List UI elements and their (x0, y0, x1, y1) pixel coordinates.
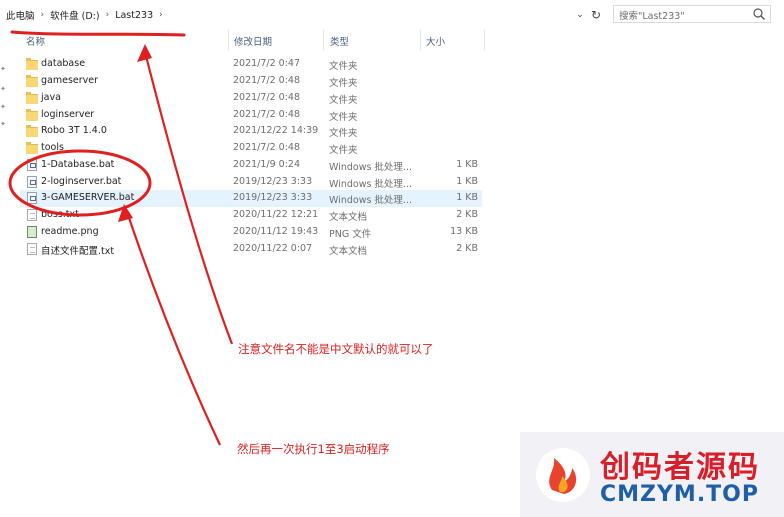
flame-logo-icon (536, 448, 590, 502)
column-name[interactable]: 名称 (26, 34, 45, 48)
file-row-database[interactable]: database 2021/7/2 0:47 文件夹 (20, 56, 482, 73)
file-type: Windows 批处理... (329, 162, 412, 173)
file-date: 2021/7/2 0:48 (233, 109, 301, 120)
column-date[interactable]: 修改日期 (234, 34, 272, 48)
file-date: 2021/1/9 0:24 (233, 159, 301, 170)
file-type: Windows 批处理... (329, 195, 412, 206)
file-date: 2019/12/23 3:33 (233, 192, 313, 203)
column-type[interactable]: 类型 (330, 34, 349, 48)
file-type: 文件夹 (329, 145, 358, 156)
file-date: 2020/11/22 12:21 (233, 209, 319, 220)
file-date: 2020/11/22 0:07 (233, 243, 313, 254)
folder-icon (26, 142, 38, 154)
watermark: 创码者源码 CMZYM.TOP (520, 432, 784, 517)
file-name: gameserver (41, 75, 99, 86)
file-name: database (41, 58, 86, 69)
file-row-readme-png[interactable]: readme.png 2020/11/12 19:43 PNG 文件 13 KB (20, 224, 482, 241)
file-row-readme-config-txt[interactable]: 自述文件配置.txt 2020/11/22 0:07 文本文档 2 KB (20, 241, 482, 258)
file-date: 2019/12/23 3:33 (233, 176, 313, 187)
folder-icon (26, 125, 38, 137)
file-name: tools (41, 142, 64, 153)
breadcrumb: 此电脑 › 软件盘 (D:) › Last233 › (2, 7, 165, 23)
file-type: 文本文档 (329, 212, 368, 223)
image-file-icon (26, 226, 38, 238)
file-name: loginserver (41, 109, 95, 120)
file-row-2-loginserver-bat[interactable]: 2-loginserver.bat 2019/12/23 3:33 Window… (20, 174, 482, 191)
text-file-icon (26, 243, 38, 255)
column-divider[interactable] (420, 30, 421, 50)
folder-icon (26, 109, 38, 121)
file-name: 自述文件配置.txt (41, 246, 115, 257)
search-icon[interactable] (752, 7, 766, 21)
column-divider[interactable] (323, 30, 324, 50)
folder-icon (26, 92, 38, 104)
file-size: 1 KB (456, 176, 478, 187)
file-name: Robo 3T 1.4.0 (41, 125, 107, 136)
file-type: 文件夹 (329, 128, 358, 139)
refresh-icon[interactable]: ↻ (588, 7, 604, 23)
file-date: 2021/7/2 0:48 (233, 142, 301, 153)
file-row-3-gameserver-bat[interactable]: 3-GAMESERVER.bat 2019/12/23 3:33 Windows… (20, 190, 482, 207)
file-row-tools[interactable]: tools 2021/7/2 0:48 文件夹 (20, 140, 482, 157)
file-row-robo3t[interactable]: Robo 3T 1.4.0 2021/12/22 14:39 文件夹 (20, 123, 482, 140)
column-divider[interactable] (484, 30, 485, 50)
file-type: 文件夹 (329, 78, 358, 89)
file-size: 1 KB (456, 192, 478, 203)
file-name: java (41, 92, 61, 103)
pin-icon[interactable]: ✦ (0, 104, 6, 111)
folder-icon (26, 58, 38, 70)
file-date: 2020/11/12 19:43 (233, 226, 319, 237)
column-size[interactable]: 大小 (426, 34, 445, 48)
pin-icon[interactable]: ✦ (0, 66, 6, 73)
text-file-icon (26, 209, 38, 221)
batch-file-icon (26, 159, 38, 171)
pin-icon[interactable]: ✦ (0, 121, 6, 128)
chevron-right-icon[interactable]: › (104, 10, 112, 20)
file-row-java[interactable]: java 2021/7/2 0:48 文件夹 (20, 90, 482, 107)
watermark-chinese-text: 创码者源码 (600, 450, 760, 485)
chevron-right-icon[interactable]: › (157, 10, 165, 20)
file-row-loginserver[interactable]: loginserver 2021/7/2 0:48 文件夹 (20, 107, 482, 124)
file-size: 2 KB (456, 243, 478, 254)
file-date: 2021/7/2 0:48 (233, 75, 301, 86)
annotation-note-filename: 注意文件名不能是中文默认的就可以了 (238, 342, 434, 356)
file-name: 1-Database.bat (41, 159, 115, 170)
file-type: PNG 文件 (329, 229, 372, 240)
file-type: 文件夹 (329, 61, 358, 72)
file-date: 2021/12/22 14:39 (233, 125, 319, 136)
breadcrumb-this-pc[interactable]: 此电脑 (2, 8, 39, 22)
file-name: 3-GAMESERVER.bat (41, 192, 135, 203)
search-input[interactable]: 搜索"Last233" (613, 5, 771, 23)
file-size: 13 KB (450, 226, 478, 237)
column-divider[interactable] (228, 30, 229, 50)
folder-icon (26, 75, 38, 87)
address-bar: 此电脑 › 软件盘 (D:) › Last233 › ⌄ ↻ 搜索"Last23… (0, 0, 784, 30)
file-date: 2021/7/2 0:47 (233, 58, 301, 69)
column-header: 名称 修改日期 类型 大小 (0, 30, 784, 50)
file-size: 1 KB (456, 159, 478, 170)
annotation-note-run-order: 然后再一次执行1至3启动程序 (237, 442, 390, 456)
file-type: Windows 批处理... (329, 179, 412, 190)
file-name: 2-loginserver.bat (41, 176, 122, 187)
file-row-1-database-bat[interactable]: 1-Database.bat 2021/1/9 0:24 Windows 批处理… (20, 157, 482, 174)
batch-file-icon (26, 192, 38, 204)
address-dropdown-icon[interactable]: ⌄ (574, 8, 586, 22)
file-type: 文件夹 (329, 112, 358, 123)
chevron-right-icon[interactable]: › (39, 10, 47, 20)
pin-icon[interactable]: ✦ (0, 86, 6, 93)
file-type: 文件夹 (329, 95, 358, 106)
breadcrumb-last233[interactable]: Last233 (111, 10, 157, 21)
file-date: 2021/7/2 0:48 (233, 92, 301, 103)
search-placeholder: 搜索"Last233" (619, 11, 685, 22)
watermark-domain-text: CMZYM.TOP (600, 482, 760, 507)
file-row-boss-txt[interactable]: boss.txt 2020/11/22 12:21 文本文档 2 KB (20, 207, 482, 224)
file-row-gameserver[interactable]: gameserver 2021/7/2 0:48 文件夹 (20, 73, 482, 90)
file-name: readme.png (41, 226, 99, 237)
breadcrumb-drive-d[interactable]: 软件盘 (D:) (46, 8, 103, 22)
file-type: 文本文档 (329, 246, 368, 257)
file-size: 2 KB (456, 209, 478, 220)
file-name: boss.txt (41, 209, 79, 220)
batch-file-icon (26, 176, 38, 188)
